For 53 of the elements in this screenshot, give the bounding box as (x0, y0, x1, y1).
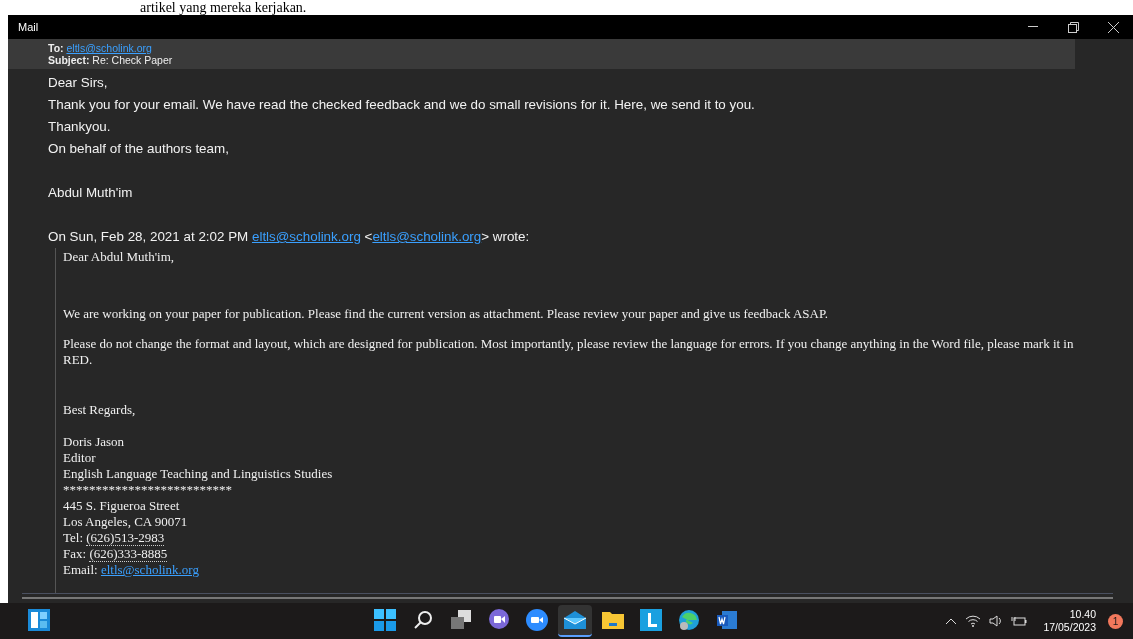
signature-line: Fax: (626)333-8885 (63, 546, 169, 562)
windows-stack-icon (449, 610, 472, 630)
signature-line: Editor (63, 450, 97, 466)
taskbar-app-button[interactable] (557, 605, 592, 637)
wifi-icon[interactable] (965, 615, 982, 627)
quoted-greeting: Dear Abdul Muth'im, (63, 248, 176, 266)
subject-text: Re: Check Paper (92, 54, 173, 66)
envelope-icon (562, 610, 587, 630)
signature-line: Email: eltls@scholink.org (63, 562, 200, 578)
clock[interactable]: 10.40 17/05/2023 (1043, 608, 1096, 634)
minimize-icon (1028, 26, 1038, 28)
quote-attribution: On Sun, Feb 28, 2021 at 2:02 PM eltls@scholink.org <eltls@scholink.org> wrote: (48, 228, 531, 246)
clock-date: 17/05/2023 (1043, 621, 1096, 634)
letter-tile-icon (639, 609, 662, 631)
signature-line: 445 S. Figueroa Street (63, 498, 181, 514)
message-paragraph: Dear Sirs, (48, 74, 109, 92)
phone-number[interactable]: (626)513-2983 (86, 530, 165, 546)
document-w-icon (715, 610, 738, 630)
video-chat-icon (487, 609, 510, 631)
chevron-up-icon[interactable] (945, 617, 958, 625)
widgets-icon (28, 609, 50, 631)
email-link[interactable]: eltls@scholink.org (372, 229, 482, 244)
phone-number[interactable]: (626)333-8885 (89, 546, 168, 562)
message-paragraph: Thankyou. (48, 118, 112, 136)
message-paragraph: Thank you for your email. We have read the checked feedback and we do small revisions for it. Here, we send it to you. (48, 96, 756, 114)
email-link[interactable]: eltls@scholink.org (100, 562, 199, 577)
browser-swirl-icon (677, 609, 700, 631)
video-camera-icon (525, 609, 548, 631)
signature-line: Tel: (626)513-2983 (63, 530, 166, 546)
quoted-paragraph: Please do not change the format and layout, which are designed for publication. Most importantly, please review the language for errors. If you change anything in the Word file, please mark it in RED. (63, 336, 1075, 368)
email-link[interactable]: eltls@scholink.org (66, 42, 152, 54)
document-text: artikel yang mereka kerjakan. (140, 0, 307, 15)
signature-line: ************************** (63, 482, 233, 498)
search-icon (412, 610, 433, 630)
windows-logo-icon (373, 609, 396, 631)
email-link[interactable]: eltls@scholink.org (251, 229, 361, 244)
notification-badge[interactable]: 1 (1108, 613, 1123, 629)
subject-label: Subject: (48, 54, 90, 66)
clock-time: 10.40 (1069, 608, 1096, 621)
restore-icon (1067, 21, 1079, 33)
signature-line: Doris Jason (63, 434, 126, 450)
battery-icon[interactable] (1011, 615, 1028, 627)
message-paragraph: On behalf of the authors team, (48, 140, 230, 158)
signature-line: Los Angeles, CA 90071 (63, 514, 189, 530)
speaker-icon[interactable] (989, 615, 1004, 627)
folder-icon (600, 610, 625, 630)
to-label: To: (48, 42, 64, 54)
close-icon (1107, 21, 1119, 33)
window-title: Mail (18, 21, 40, 33)
signature-line: English Language Teaching and Linguistics Studies (63, 466, 334, 482)
sender-name: Abdul Muth'im (48, 184, 134, 202)
quoted-closing: Best Regards, (63, 402, 137, 418)
quoted-paragraph: We are working on your paper for publication. Please find the current version as attachment. Please review your paper and give us feedback ASAP. (63, 306, 829, 322)
